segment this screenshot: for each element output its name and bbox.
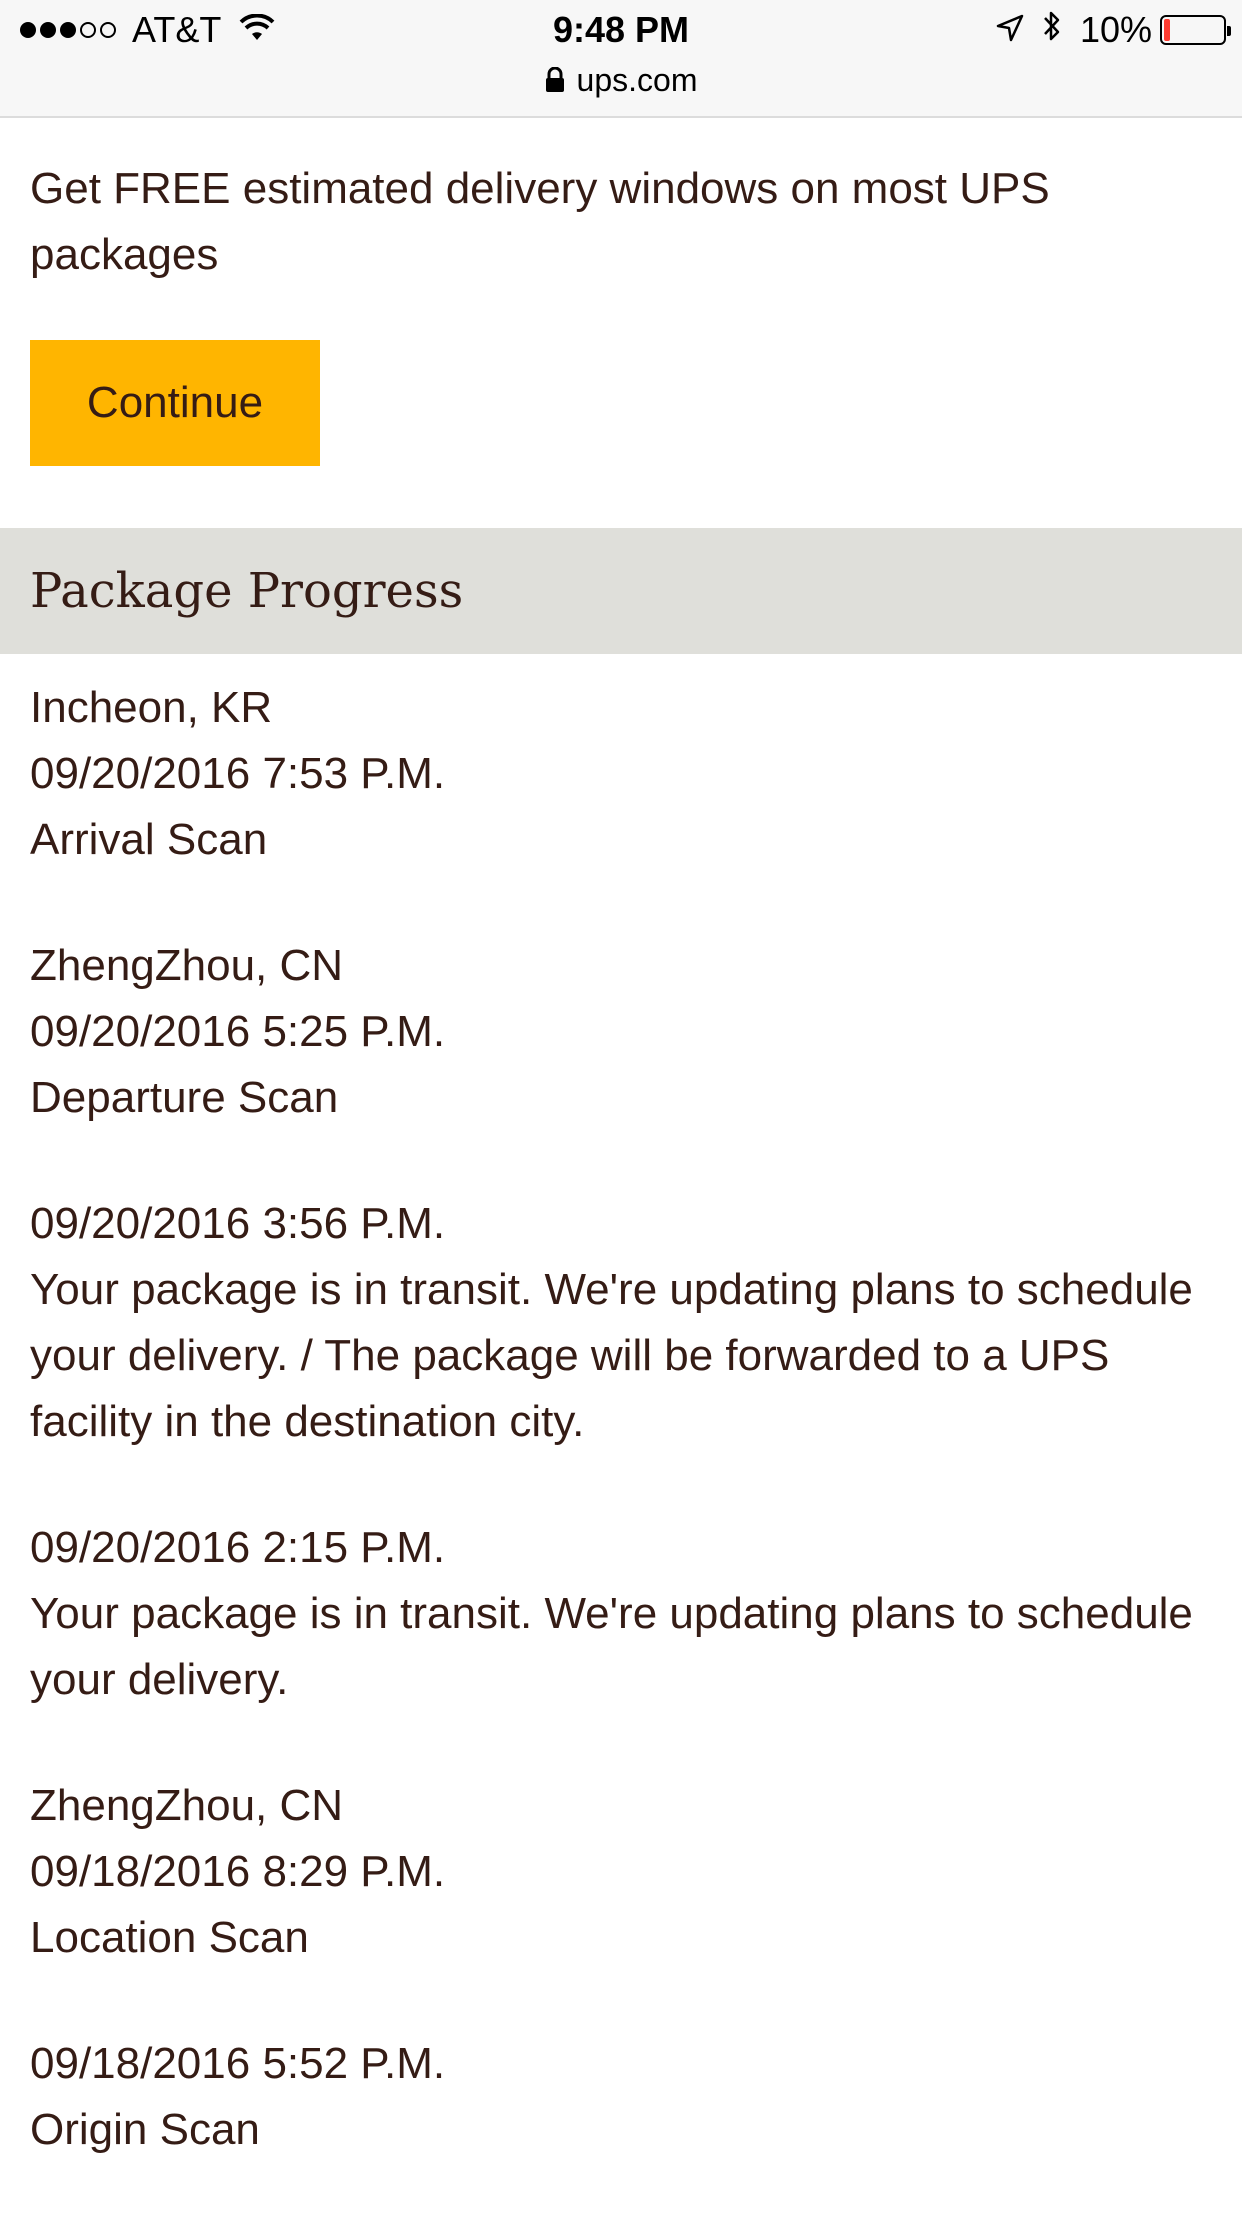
entry-datetime: 09/20/2016 7:53 P.M. — [30, 749, 446, 798]
entry-datetime: 09/18/2016 8:29 P.M. — [30, 1847, 446, 1896]
status-right: 10% — [996, 8, 1231, 53]
package-progress-header: Package Progress — [0, 528, 1242, 654]
progress-entry: ZhengZhou, CN 09/20/2016 5:25 P.M. Depar… — [30, 933, 1210, 1131]
entry-datetime: 09/20/2016 5:25 P.M. — [30, 1007, 446, 1056]
entry-datetime: 09/20/2016 2:15 P.M. — [30, 1523, 446, 1572]
entry-activity: Departure Scan — [30, 1073, 339, 1122]
progress-entry: 09/18/2016 5:52 P.M. Origin Scan — [30, 2031, 1210, 2163]
entry-activity: Location Scan — [30, 1913, 309, 1962]
entry-location: ZhengZhou, CN — [30, 941, 344, 990]
entry-activity: Origin Scan — [30, 2105, 260, 2154]
lock-icon — [545, 67, 565, 93]
progress-list: Incheon, KR 09/20/2016 7:53 P.M. Arrival… — [30, 675, 1210, 2223]
battery-icon — [1160, 15, 1231, 45]
entry-datetime: 09/20/2016 3:56 P.M. — [30, 1199, 446, 1248]
progress-entry: Incheon, KR 09/20/2016 7:53 P.M. Arrival… — [30, 675, 1210, 873]
entry-activity: Your package is in transit. We're updati… — [30, 1589, 1193, 1704]
promo-text: Get FREE estimated delivery windows on m… — [30, 164, 1050, 279]
url-text: ups.com — [576, 62, 698, 98]
continue-button[interactable]: Continue — [30, 340, 320, 466]
section-title: Package Progress — [30, 563, 464, 619]
entry-location: ZhengZhou, CN — [30, 1781, 344, 1830]
entry-activity: Your package is in transit. We're updati… — [30, 1265, 1193, 1446]
location-arrow-icon — [996, 9, 1024, 51]
url-bar[interactable]: ups.com — [0, 58, 1242, 102]
status-bar: AT&T 9:48 PM 10% ups.com — [0, 0, 1242, 118]
progress-entry: ZhengZhou, CN 09/18/2016 8:29 P.M. Locat… — [30, 1773, 1210, 1971]
entry-datetime: 09/18/2016 5:52 P.M. — [30, 2039, 446, 2088]
battery-percent: 10% — [1079, 9, 1152, 50]
entry-location: Incheon, KR — [30, 683, 273, 732]
progress-entry: 09/20/2016 2:15 P.M. Your package is in … — [30, 1515, 1210, 1713]
entry-activity: Arrival Scan — [30, 815, 268, 864]
bluetooth-icon — [1042, 8, 1062, 53]
battery-level-fill — [1164, 19, 1170, 41]
progress-entry: 09/20/2016 3:56 P.M. Your package is in … — [30, 1191, 1210, 1455]
